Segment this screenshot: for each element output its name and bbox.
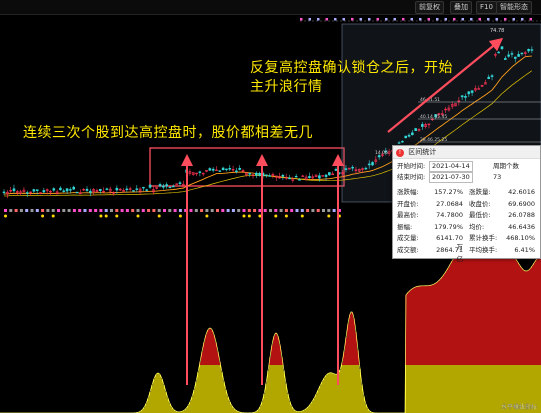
stat-label: 成交量: xyxy=(397,234,419,242)
stat-label: 成交额: xyxy=(397,245,419,254)
indicator-name-tag: 水平横线指标 xyxy=(500,404,537,411)
stat-value: 2864.71亿 xyxy=(436,245,463,263)
start-label: 开始时间: xyxy=(397,162,426,170)
stat-value: 468.10% xyxy=(506,234,535,242)
start-value[interactable]: 2021-04-14 xyxy=(429,161,473,172)
stat-label: 最低价: xyxy=(469,211,491,219)
stat-value: 157.27% xyxy=(434,188,463,196)
panel-header: ! 区间统计 xyxy=(393,146,540,159)
caption-right-line2: 主升浪行情 xyxy=(250,79,323,95)
end-value[interactable]: 2021-07-30 xyxy=(429,172,473,183)
stat-label: 涨跌量: xyxy=(469,188,491,196)
stat-value: 69.6900 xyxy=(508,199,535,208)
interval-stats-panel[interactable]: ! 区间统计 开始时间: 2021-04-14 周期个数 结束时间: 2021-… xyxy=(392,145,541,263)
stat-label: 收盘价: xyxy=(469,199,491,208)
stat-value: 74.7800 xyxy=(436,211,463,219)
stat-value: 6.41% xyxy=(514,245,535,254)
stat-label: 平均换手: xyxy=(469,245,498,254)
stats-icon: ! xyxy=(396,149,404,157)
stat-label: 涨跌幅: xyxy=(397,188,419,196)
stat-value: 46.6436 xyxy=(508,222,535,231)
stat-value: 27.0684 xyxy=(436,199,463,208)
stat-label: 累计换手: xyxy=(469,234,498,242)
stat-label: 最高价: xyxy=(397,211,419,219)
stat-label: 开盘价: xyxy=(397,199,419,208)
stat-value: 179.79% xyxy=(434,222,463,231)
panel-title: 区间统计 xyxy=(408,148,437,156)
caption-left: 连续三次个股到达高控盘时，股价都相差无几 xyxy=(23,125,313,141)
stat-label: 振幅: xyxy=(397,222,413,231)
stat-value: 42.6016 xyxy=(508,188,535,196)
caption-right-line1: 反复高控盘确认锁仓之后，开始 xyxy=(250,60,453,76)
stat-value: 6141.70万 xyxy=(436,234,463,251)
stat-label: 均价: xyxy=(469,222,485,231)
trend-arrow xyxy=(387,37,504,133)
period-value: 73 xyxy=(493,173,502,181)
stat-value: 26.0788 xyxy=(508,211,535,219)
end-label: 结束时间: xyxy=(397,173,426,181)
period-label: 周期个数 xyxy=(493,162,519,170)
